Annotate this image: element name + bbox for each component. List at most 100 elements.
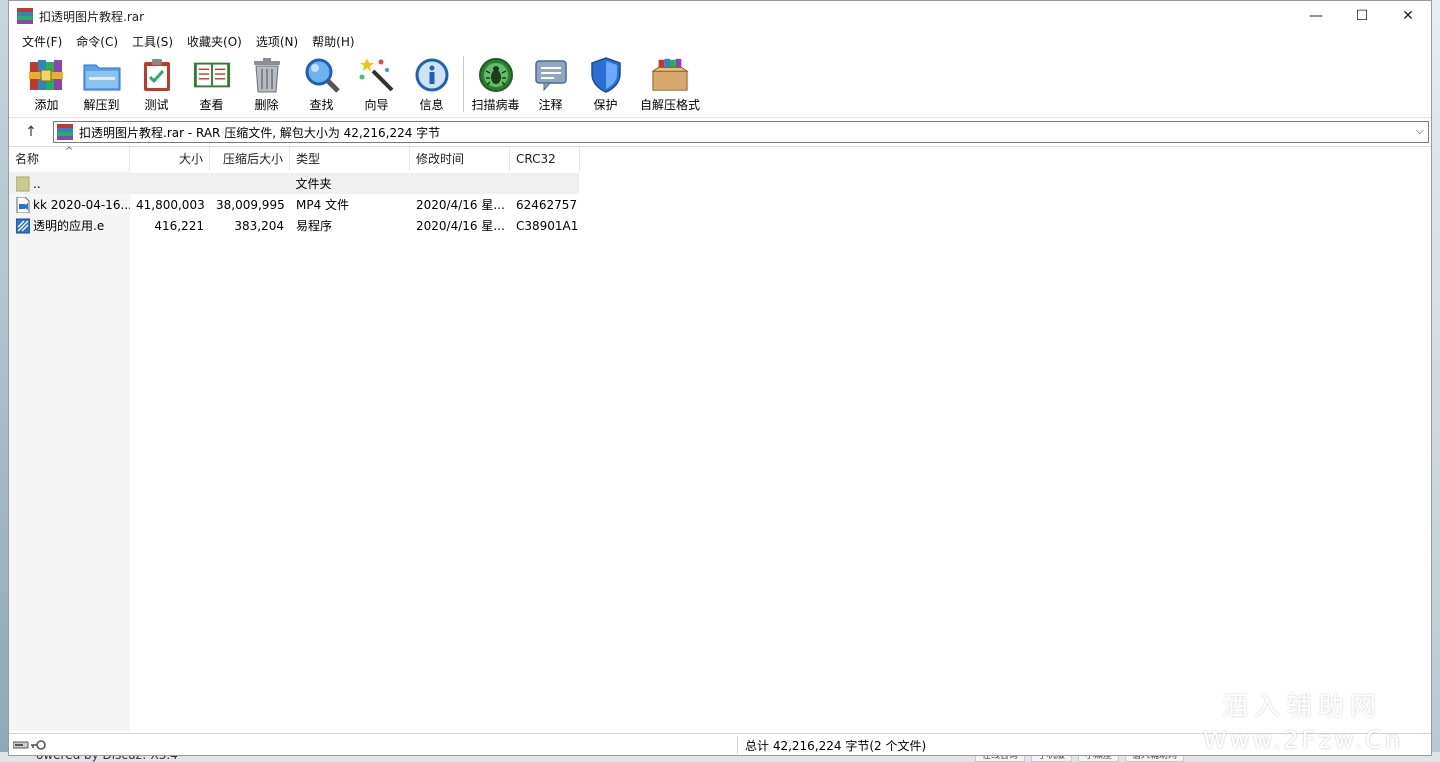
info-label: 信息 xyxy=(419,98,444,112)
close-button[interactable]: ✕ xyxy=(1385,1,1431,31)
protect-label: 保护 xyxy=(593,98,618,112)
delete-button[interactable]: 删除 xyxy=(239,51,294,113)
file-list: 名称 ^ 大小 压缩后大小 类型 修改时间 CRC32 .. 文件夹 kk 20… xyxy=(9,146,1431,731)
watermark-url: Www.2Fzw.Cn xyxy=(1203,726,1404,754)
column-header-crc32[interactable]: CRC32 xyxy=(510,147,580,171)
books-add-icon xyxy=(28,56,66,94)
address-field[interactable]: 扣透明图片教程.rar - RAR 压缩文件, 解包大小为 42,216,224… xyxy=(53,121,1429,143)
file-modified: 2020/4/16 星... xyxy=(416,198,505,212)
key-icon[interactable] xyxy=(31,739,47,751)
scan-virus-button[interactable]: 扫描病毒 xyxy=(468,51,523,113)
up-one-level-button[interactable]: ↑ xyxy=(9,124,53,140)
e-program-icon xyxy=(16,218,30,233)
video-file-icon xyxy=(16,196,30,213)
menu-commands[interactable]: 命令(C) xyxy=(69,33,125,50)
menu-favorites[interactable]: 收藏夹(O) xyxy=(180,33,249,50)
magnifier-icon xyxy=(303,56,341,94)
column-header-modified[interactable]: 修改时间 xyxy=(410,147,510,171)
file-type: 易程序 xyxy=(296,219,333,233)
menu-file[interactable]: 文件(F) xyxy=(15,33,69,50)
info-icon xyxy=(413,56,451,94)
scan-virus-label: 扫描病毒 xyxy=(471,98,520,112)
menu-help[interactable]: 帮助(H) xyxy=(305,33,361,50)
extract-to-button[interactable]: 解压到 xyxy=(74,51,129,113)
sort-ascending-icon: ^ xyxy=(65,146,74,157)
view-label: 查看 xyxy=(199,98,224,112)
clipboard-check-icon xyxy=(138,56,176,94)
desktop-background-right xyxy=(1432,0,1440,762)
table-row[interactable]: 透明的应用.e 416,221 383,204 易程序 2020/4/16 星.… xyxy=(9,215,580,236)
table-row[interactable]: kk 2020-04-16... 41,800,003 38,009,995 M… xyxy=(9,194,580,215)
bug-scan-icon xyxy=(477,56,515,94)
name-column-shade xyxy=(9,171,130,731)
comment-note-icon xyxy=(532,56,570,94)
test-button[interactable]: 测试 xyxy=(129,51,184,113)
status-divider xyxy=(737,736,738,754)
view-button[interactable]: 查看 xyxy=(184,51,239,113)
add-label: 添加 xyxy=(34,98,59,112)
column-header-type[interactable]: 类型 xyxy=(290,147,410,171)
file-crc: C38901A1 xyxy=(516,218,579,233)
file-crc: 62462757 xyxy=(516,197,578,212)
address-bar: ↑ 扣透明图片教程.rar - RAR 压缩文件, 解包大小为 42,216,2… xyxy=(9,117,1431,147)
minimize-button[interactable]: — xyxy=(1293,1,1339,31)
magic-wand-icon xyxy=(358,56,396,94)
watermark-text: 酒入辅助网 xyxy=(1222,692,1383,722)
file-type: MP4 文件 xyxy=(296,198,350,212)
add-button[interactable]: 添加 xyxy=(19,51,74,113)
file-name: .. xyxy=(33,176,41,191)
extract-to-label: 解压到 xyxy=(83,98,120,112)
toolbar-separator xyxy=(463,56,464,112)
column-header-size[interactable]: 大小 xyxy=(130,147,210,171)
file-size: 416,221 xyxy=(154,218,204,233)
protect-button[interactable]: 保护 xyxy=(578,51,633,113)
file-rows: .. 文件夹 kk 2020-04-16... 41,800,003 38,00… xyxy=(9,173,580,236)
column-header-name[interactable]: 名称 ^ xyxy=(9,146,130,171)
open-book-icon xyxy=(193,56,231,94)
column-name-label: 名称 xyxy=(15,152,40,166)
file-modified: 2020/4/16 星... xyxy=(416,219,505,233)
file-type: 文件夹 xyxy=(295,177,332,191)
test-label: 测试 xyxy=(144,98,169,112)
find-button[interactable]: 查找 xyxy=(294,51,349,113)
file-packed: 383,204 xyxy=(234,218,284,233)
title-bar[interactable]: 扣透明图片教程.rar — ☐ ✕ xyxy=(9,1,1431,31)
status-total: 总计 42,216,224 字节(2 个文件) xyxy=(745,739,927,753)
menu-options[interactable]: 选项(N) xyxy=(249,33,305,50)
wizard-label: 向导 xyxy=(364,98,389,112)
sfx-button[interactable]: 自解压格式 xyxy=(633,51,707,113)
comment-button[interactable]: 注释 xyxy=(523,51,578,113)
file-list-header: 名称 ^ 大小 压缩后大小 类型 修改时间 CRC32 xyxy=(9,146,580,171)
window-controls: — ☐ ✕ xyxy=(1293,1,1431,31)
shield-icon xyxy=(587,56,625,94)
desktop-background-left xyxy=(0,0,8,762)
wizard-button[interactable]: 向导 xyxy=(349,51,404,113)
rar-archive-icon xyxy=(57,124,73,140)
window-title: 扣透明图片教程.rar xyxy=(39,9,145,24)
sfx-box-icon xyxy=(651,56,689,94)
status-icons xyxy=(13,739,47,751)
comment-label: 注释 xyxy=(538,98,563,112)
file-packed: 38,009,995 xyxy=(216,197,285,212)
column-header-packed[interactable]: 压缩后大小 xyxy=(210,147,290,171)
find-label: 查找 xyxy=(309,98,334,112)
folder-extract-icon xyxy=(83,56,121,94)
table-row-parent-folder[interactable]: .. 文件夹 xyxy=(9,173,579,194)
sfx-label: 自解压格式 xyxy=(639,98,700,112)
address-text: 扣透明图片教程.rar - RAR 压缩文件, 解包大小为 42,216,224… xyxy=(79,125,441,140)
file-size: 41,800,003 xyxy=(136,197,205,212)
folder-icon xyxy=(16,176,30,191)
menu-bar: 文件(F) 命令(C) 工具(S) 收藏夹(O) 选项(N) 帮助(H) xyxy=(9,31,1431,51)
file-name: 透明的应用.e xyxy=(33,219,105,233)
toolbar: 添加 解压到 测试 查看 删除 查找 向导 信息 扫描病毒 注释 保护 自解压格… xyxy=(9,51,1431,117)
delete-label: 删除 xyxy=(254,98,279,112)
chevron-down-icon[interactable]: ⌵ xyxy=(1416,124,1424,138)
trash-can-icon xyxy=(248,56,286,94)
maximize-button[interactable]: ☐ xyxy=(1339,1,1385,31)
winrar-app-icon[interactable] xyxy=(17,8,33,24)
file-name: kk 2020-04-16... xyxy=(33,197,130,212)
winrar-window: 扣透明图片教程.rar — ☐ ✕ 文件(F) 命令(C) 工具(S) 收藏夹(… xyxy=(8,0,1432,756)
menu-tools[interactable]: 工具(S) xyxy=(125,33,180,50)
drive-icon[interactable] xyxy=(13,740,29,750)
info-button[interactable]: 信息 xyxy=(404,51,459,113)
